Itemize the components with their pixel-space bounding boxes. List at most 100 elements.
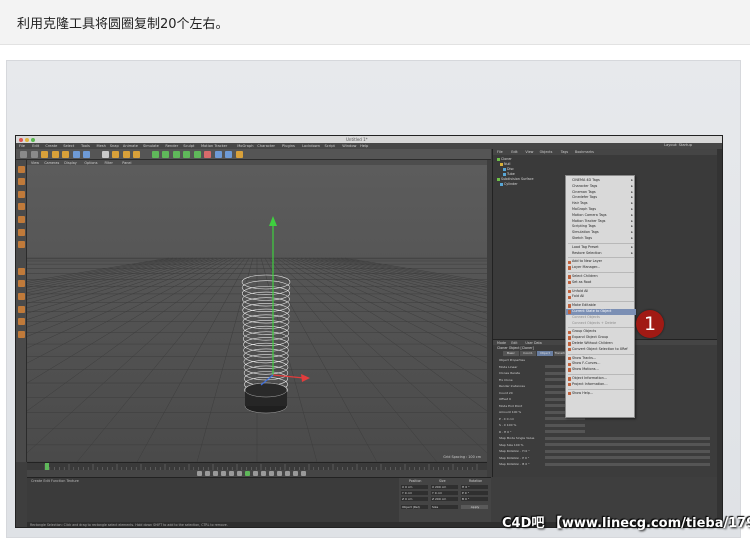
menu-item-convert-object-selection-to-xref[interactable]: Convert Object Selection to XRef [566, 347, 636, 353]
menu-character[interactable]: Character [257, 144, 275, 148]
menu-item-restore-selection[interactable]: Restore Selection ▸ [566, 251, 636, 257]
coord-size-select[interactable]: Size [431, 505, 458, 509]
object-menu-bookmarks[interactable]: Bookmarks [575, 150, 594, 154]
toolbar-icon[interactable] [83, 151, 90, 158]
toolbar-icon[interactable] [41, 151, 48, 158]
menu-item-set-as-root[interactable]: Set as Root [566, 280, 636, 286]
menu-item-layer-manager[interactable]: Layer Manager... [566, 265, 636, 271]
transport-button[interactable] [253, 471, 258, 476]
toolbar-icon[interactable] [72, 151, 80, 158]
menu-window[interactable]: Window [342, 144, 356, 148]
menu-help[interactable]: Help [360, 144, 368, 148]
transport-button[interactable] [261, 471, 266, 476]
tab-coord[interactable]: Coord. [520, 351, 536, 356]
toolbar-icon[interactable] [172, 151, 180, 158]
menu-create[interactable]: Create [45, 144, 57, 148]
coord-field[interactable]: Z 0 cm [401, 497, 428, 501]
zoom-dot[interactable] [31, 137, 35, 142]
coord-field[interactable]: Y 0 cm [431, 491, 458, 495]
tool-icon[interactable] [18, 190, 25, 198]
menu-render[interactable]: Render [165, 144, 178, 148]
coord-mode-select[interactable]: Object (Rel) [401, 505, 428, 509]
tool-icon[interactable] [18, 165, 25, 173]
coord-field[interactable]: P 0 ° [461, 491, 488, 495]
coord-field[interactable]: B 0 ° [461, 497, 488, 501]
tool-icon[interactable] [18, 280, 25, 288]
menu-mesh[interactable]: Mesh [97, 144, 106, 148]
material-menu[interactable]: Create Edit Function Texture [31, 479, 79, 483]
tool-icon[interactable] [18, 305, 25, 313]
attribute-value-field[interactable] [545, 462, 710, 466]
menu-item-project-information[interactable]: Project Information... [566, 382, 636, 388]
transport-button[interactable] [221, 471, 226, 476]
coord-field[interactable]: Y 0 cm [401, 491, 428, 495]
transport-button[interactable] [277, 471, 282, 476]
transport-button[interactable] [245, 471, 250, 476]
toolbar-icon[interactable] [20, 151, 27, 158]
menu-plugins[interactable]: Plugins [282, 144, 295, 148]
toolbar-icon[interactable] [183, 151, 190, 158]
menu-lockdown[interactable]: Lockdown [302, 144, 320, 148]
toolbar-icon[interactable] [204, 151, 211, 158]
attribute-value-field[interactable] [545, 436, 710, 440]
menu-motion-tracker[interactable]: Motion Tracker [201, 144, 227, 148]
perspective-viewport[interactable]: ViewCamerasDisplayOptionsFilterPanel Per… [27, 160, 487, 462]
transport-button[interactable] [301, 471, 306, 476]
attribute-value-field[interactable] [545, 443, 710, 446]
menu-file[interactable]: File [19, 144, 25, 148]
close-dot[interactable] [19, 137, 23, 142]
transport-button[interactable] [205, 471, 210, 476]
apply-button[interactable]: Apply [461, 505, 488, 509]
transport-button[interactable] [293, 471, 298, 476]
transport-button[interactable] [237, 471, 242, 476]
transport-button[interactable] [197, 471, 202, 476]
menu-snap[interactable]: Snap [110, 144, 119, 148]
attribute-menu-mode[interactable]: Mode [497, 341, 506, 345]
tool-icon[interactable] [18, 203, 25, 211]
tool-icon[interactable] [18, 178, 25, 186]
coord-field[interactable]: X 0 cm [401, 485, 428, 489]
attribute-value-field[interactable] [545, 430, 585, 433]
menu-item-fold-all[interactable]: Fold All [566, 294, 636, 300]
menu-simulate[interactable]: Simulate [143, 144, 159, 148]
coord-field[interactable]: H 0 ° [461, 485, 488, 489]
object-row-disc[interactable]: Disc [503, 167, 573, 171]
menu-select[interactable]: Select [63, 144, 74, 148]
transport-button[interactable] [229, 471, 234, 476]
object-menu-edit[interactable]: Edit [511, 150, 518, 154]
layout-selector[interactable]: Layout: Startup [664, 143, 692, 147]
transport-button[interactable] [213, 471, 218, 476]
toolbar-icon[interactable] [122, 151, 130, 158]
attribute-value-field[interactable] [545, 423, 585, 427]
tool-icon[interactable] [18, 241, 25, 249]
tool-icon[interactable] [18, 216, 25, 223]
object-row-cloner[interactable]: Cloner [497, 157, 567, 161]
tool-icon[interactable] [18, 330, 25, 338]
attribute-menu-user-data[interactable]: User Data [525, 341, 541, 345]
tool-icon[interactable] [18, 267, 25, 275]
toolbar-icon[interactable] [151, 151, 159, 158]
tool-icon[interactable] [18, 293, 25, 300]
tab-object[interactable]: Object [537, 351, 553, 356]
attribute-menu-edit[interactable]: Edit [511, 341, 517, 345]
transport-button[interactable] [285, 471, 290, 476]
menu-item-sketch-tags[interactable]: Sketch Tags ▸ [566, 236, 636, 242]
toolbar-icon[interactable] [51, 151, 59, 158]
object-row-subdivision-surface[interactable]: Subdivision Surface [497, 177, 567, 181]
transport-button[interactable] [269, 471, 274, 476]
menu-mograph[interactable]: MoGraph [237, 144, 253, 148]
menu-script[interactable]: Script [325, 144, 335, 148]
toolbar-icon[interactable] [133, 151, 140, 158]
toolbar-icon[interactable] [193, 151, 201, 158]
object-menu-tags[interactable]: Tags [561, 150, 569, 154]
tool-icon[interactable] [18, 228, 25, 236]
coord-field[interactable]: Z 200 cm [431, 497, 458, 501]
toolbar-icon[interactable] [225, 151, 232, 158]
menu-sculpt[interactable]: Sculpt [183, 144, 194, 148]
minimize-dot[interactable] [25, 137, 29, 142]
object-menu-objects[interactable]: Objects [540, 150, 553, 154]
toolbar-icon[interactable] [30, 151, 38, 158]
toolbar-icon[interactable] [214, 151, 222, 158]
menu-item-show-help[interactable]: Show Help... [566, 391, 636, 397]
coord-field[interactable]: X 200 cm [431, 485, 458, 489]
